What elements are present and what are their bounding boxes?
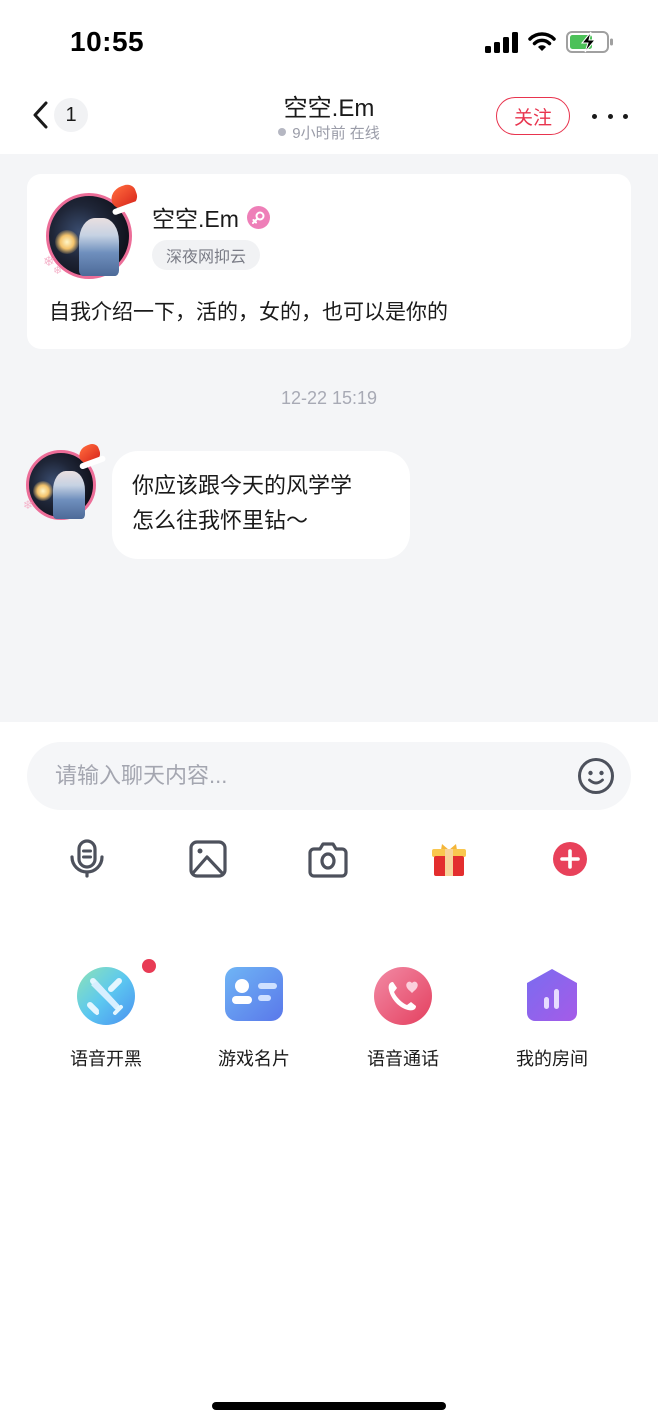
- message-avatar[interactable]: ❄: [23, 441, 103, 520]
- chat-input-box[interactable]: [27, 742, 631, 810]
- emoji-icon[interactable]: [577, 757, 615, 795]
- id-card-icon: [225, 967, 283, 1021]
- feature-grid: 语音开黑 游戏名片 语音通话 我的房间: [0, 959, 658, 1077]
- phone-heart-icon: [374, 967, 432, 1025]
- battery-charging-icon: [566, 31, 613, 53]
- gift-icon: [432, 844, 466, 876]
- gift-button[interactable]: [427, 837, 471, 881]
- avatar[interactable]: ❄ ❄: [43, 182, 140, 279]
- feature-label: 游戏名片: [218, 1049, 290, 1069]
- crossed-swords-icon: [77, 967, 135, 1025]
- feature-label: 语音开黑: [70, 1049, 142, 1069]
- message-timestamp: 12-22 15:19: [280, 388, 378, 408]
- profile-bio: 自我介绍一下，活的，女的，也可以是你的: [49, 301, 448, 324]
- composer-toolbar: [0, 837, 658, 885]
- signal-icon: [485, 31, 518, 53]
- feature-label: 语音通话: [367, 1049, 439, 1069]
- chat-area[interactable]: ❄ ❄ 空空.Em 深夜网抑云 自我介绍一下，活的，女的，也可以是你的 12-2…: [0, 154, 658, 722]
- more-actions-button[interactable]: [548, 837, 592, 881]
- profile-tag: 深夜网抑云: [152, 240, 261, 270]
- message-input[interactable]: [55, 742, 555, 810]
- camera-icon: [308, 842, 348, 878]
- nav-bar: 1 空空.Em 9小时前 在线 关注: [0, 80, 658, 154]
- feature-voice-party[interactable]: 语音开黑: [46, 959, 166, 1077]
- voice-button[interactable]: [65, 837, 109, 881]
- chat-screen: 10:55 1 空空.Em 9小时前 在线 关注 ❄ ❄ 空空.Em 深夜网抑云…: [0, 0, 658, 1424]
- camera-button[interactable]: [306, 837, 350, 881]
- plus-circle-icon: [553, 842, 587, 876]
- room-icon: [527, 969, 577, 1021]
- image-button[interactable]: [186, 837, 230, 881]
- profile-name-row: 空空.Em: [152, 200, 270, 234]
- santa-hat-icon: [76, 441, 103, 467]
- notification-badge: [142, 959, 156, 973]
- feature-my-room[interactable]: 我的房间: [492, 967, 612, 1077]
- message-bubble[interactable]: 你应该跟今天的风学学 怎么往我怀里钻～: [112, 451, 410, 559]
- status-icons: [485, 30, 614, 54]
- santa-hat-icon: [108, 182, 140, 212]
- message-line: 你应该跟今天的风学学: [132, 473, 353, 498]
- follow-button[interactable]: 关注: [496, 97, 570, 135]
- feature-label: 我的房间: [516, 1049, 588, 1069]
- status-time: 10:55: [70, 26, 145, 57]
- more-icon[interactable]: [592, 104, 628, 128]
- female-icon: [246, 205, 270, 229]
- feature-voice-call[interactable]: 语音通话: [343, 967, 463, 1077]
- microphone-icon: [70, 839, 104, 878]
- feature-game-card[interactable]: 游戏名片: [194, 967, 314, 1077]
- input-panel: 语音开黑 游戏名片: [0, 722, 658, 1424]
- profile-card[interactable]: ❄ ❄ 空空.Em 深夜网抑云 自我介绍一下，活的，女的，也可以是你的: [27, 174, 631, 349]
- online-status-text: 9小时前 在线: [292, 125, 380, 142]
- image-icon: [189, 840, 227, 878]
- home-indicator[interactable]: [212, 1402, 446, 1410]
- message-line: 怎么往我怀里钻～: [132, 508, 309, 533]
- status-dot-icon: [278, 128, 287, 136]
- snowflake-icon: ❄: [23, 498, 34, 512]
- wifi-icon: [528, 32, 556, 51]
- status-bar: 10:55: [0, 0, 658, 80]
- profile-name: 空空.Em: [152, 206, 239, 232]
